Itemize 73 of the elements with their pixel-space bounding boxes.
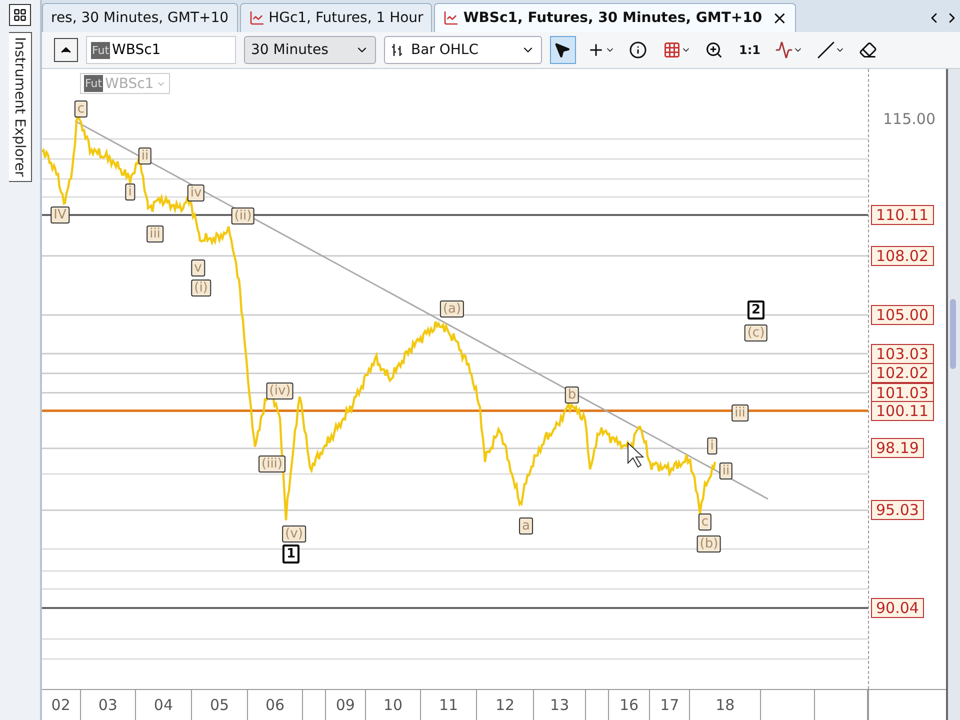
chart-icon	[443, 10, 460, 26]
scale-button[interactable]: 1:1	[736, 36, 764, 64]
chart-tab[interactable]: WBSc1, Futures, 30 Minutes, GMT+10 ×	[434, 3, 796, 32]
wave-icon	[774, 41, 792, 59]
date-label: 13	[534, 690, 586, 720]
wave-label: (iii)	[258, 456, 286, 472]
date-label: 03	[80, 690, 136, 720]
wave-label: v	[191, 260, 205, 276]
info-icon	[629, 41, 647, 59]
price-level-label: 102.02	[871, 363, 934, 384]
close-icon[interactable]: ×	[772, 8, 788, 28]
wave-label: iv	[187, 184, 205, 202]
price-level-label: 110.11	[871, 205, 934, 225]
instrument-explorer-tab[interactable]: Instrument Explorer	[8, 32, 32, 182]
panel-icon[interactable]	[9, 4, 31, 26]
tool-button[interactable]	[550, 36, 576, 64]
wave-label: (a)	[440, 300, 464, 318]
chart-tab[interactable]: HGc1, Futures, 1 Hour	[240, 3, 432, 32]
date-label: 02	[42, 690, 81, 720]
symbol-legend[interactable]: Fut WBSc1	[80, 73, 170, 94]
date-label: 09	[326, 690, 366, 720]
date-label: 05	[192, 690, 248, 720]
wave-label: c	[74, 100, 88, 118]
date-label: 11	[420, 690, 478, 720]
wave-label: iii	[732, 404, 748, 422]
wave-label: c	[698, 514, 712, 530]
cursor-icon	[628, 442, 644, 468]
date-label: 16	[609, 690, 650, 720]
line-icon	[816, 41, 834, 59]
chart-icon	[248, 10, 265, 26]
wave-label: iii	[146, 226, 164, 242]
scroll-thumb[interactable]	[950, 299, 956, 369]
price-level-label: 95.03	[871, 500, 924, 520]
wave-label: ii	[138, 148, 152, 164]
wave-label: i	[125, 184, 135, 200]
eraser-icon	[858, 41, 876, 59]
chart-tab[interactable]: res, 30 Minutes, GMT+10	[42, 3, 238, 32]
crosshair-icon	[587, 41, 605, 59]
wave-count-label: 1	[282, 544, 300, 564]
bar-chart-icon	[391, 43, 405, 57]
date-label: 18	[690, 690, 761, 720]
wave-label: IV	[50, 206, 70, 224]
pointer-icon	[553, 41, 571, 59]
wave-count-label: 2	[747, 300, 765, 320]
price-level-label: 90.04	[871, 598, 924, 618]
wave-label: i	[707, 438, 717, 454]
wave-label: (b)	[696, 536, 722, 552]
price-level-label: 105.00	[871, 305, 934, 326]
wave-label: (c)	[744, 324, 768, 342]
price-tick: 115.00	[883, 110, 936, 128]
date-label: 12	[477, 690, 534, 720]
date-label: 10	[366, 690, 421, 720]
wave-label: (v)	[282, 526, 306, 542]
chart-type-dropdown[interactable]: Bar OHLC	[384, 36, 542, 64]
wave-label: (iv)	[266, 382, 294, 400]
price-level-label: 103.03	[871, 344, 934, 364]
zoom-icon	[705, 41, 723, 59]
price-level-label: 100.11	[871, 400, 934, 421]
price-level-label: 98.19	[871, 438, 924, 458]
wave-label: (i)	[191, 280, 211, 296]
symbol-field[interactable]: Fut WBSc1	[86, 36, 236, 64]
wave-label: b	[564, 386, 580, 404]
interval-dropdown[interactable]: 30 Minutes	[244, 36, 376, 64]
wave-label: ii	[719, 462, 733, 480]
wave-label: (ii)	[231, 208, 255, 224]
wave-label: a	[519, 518, 533, 534]
price-level-label: 101.03	[871, 382, 934, 403]
price-level-label: 108.02	[871, 246, 934, 266]
date-label: 17	[650, 690, 690, 720]
grid-icon	[663, 41, 681, 59]
collapse-button[interactable]	[54, 38, 78, 62]
date-label: 04	[136, 690, 192, 720]
date-label: 06	[248, 690, 303, 720]
